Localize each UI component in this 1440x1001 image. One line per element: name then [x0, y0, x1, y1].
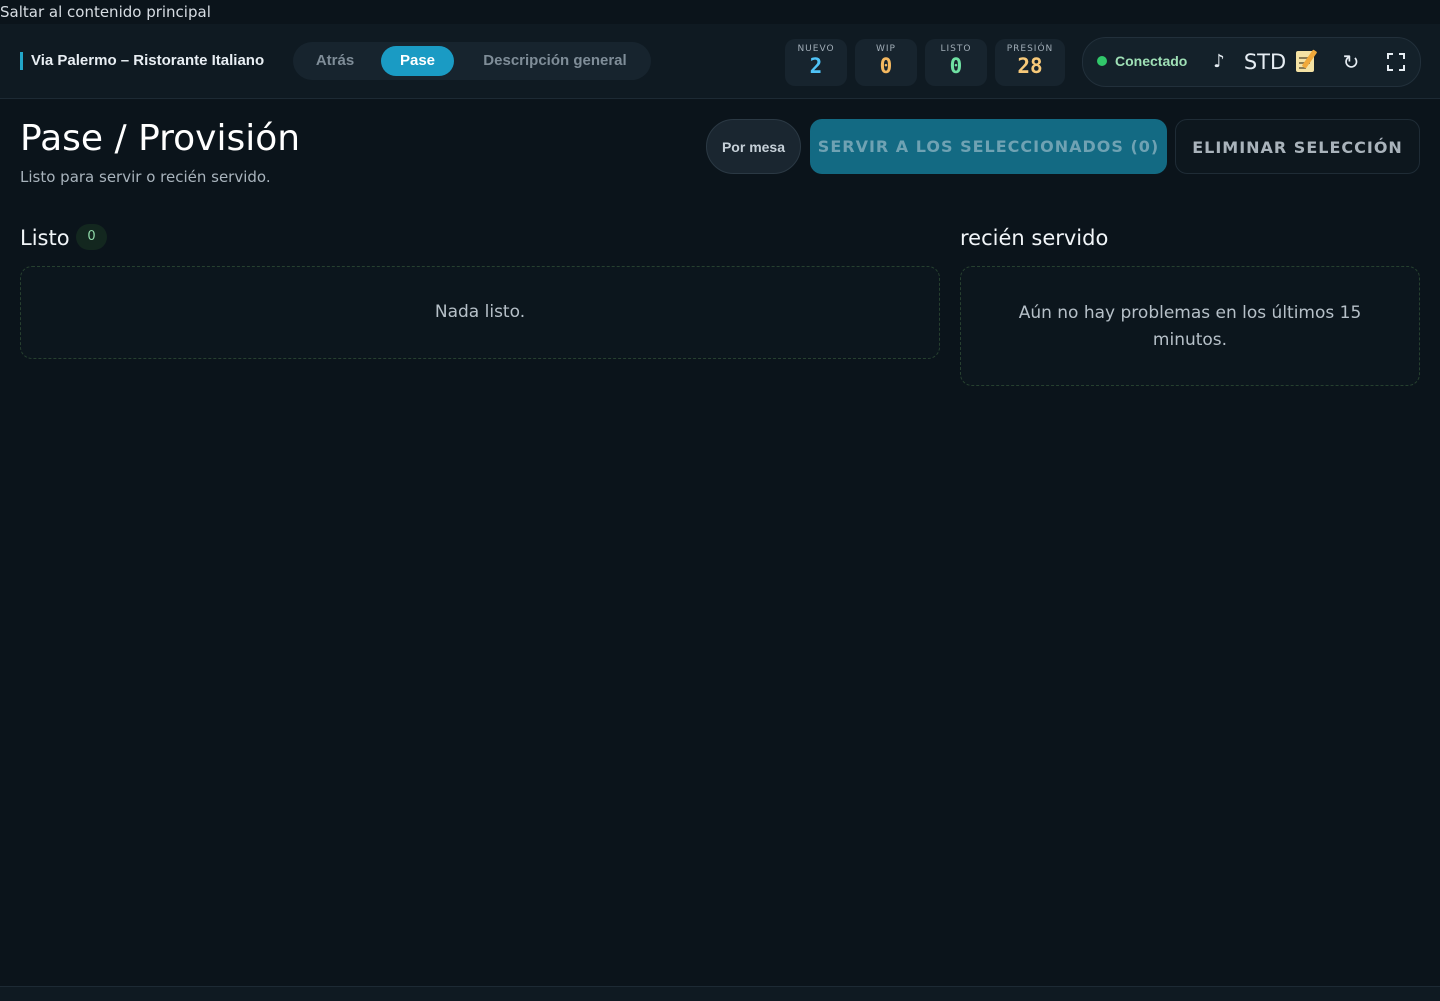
nav-overview-tab[interactable]: Descripción general — [463, 46, 647, 76]
top-bar: Via Palermo – Ristorante Italiano Atrás … — [0, 24, 1440, 99]
ready-count-badge: 0 — [76, 224, 107, 250]
page-subtitle: Listo para servir o recién servido. — [20, 168, 271, 186]
mode-toggle[interactable]: STD — [1241, 48, 1289, 76]
nav-back-tab[interactable]: Atrás — [299, 46, 371, 76]
ready-section-title: Listo — [20, 226, 70, 250]
stat-wip-label: WIP — [876, 44, 896, 54]
stat-pressure-value: 28 — [1017, 54, 1043, 78]
fullscreen-glyph — [1387, 53, 1405, 71]
served-list-panel: Aún no hay problemas en los últimos 15 m… — [960, 266, 1420, 386]
stat-new-value: 2 — [809, 54, 823, 78]
stat-pressure-label: PRESIÓN — [1006, 44, 1054, 54]
stat-new: NUEVO 2 — [785, 39, 847, 86]
stat-wip-value: 0 — [879, 54, 893, 78]
nav-pass-tab[interactable]: Pase — [381, 46, 454, 76]
clear-selection-button[interactable]: ELIMINAR SELECCIÓN — [1175, 119, 1420, 174]
served-empty-message: Aún no hay problemas en los últimos 15 m… — [1018, 303, 1362, 350]
refresh-icon[interactable]: ↻ — [1337, 48, 1365, 76]
fullscreen-icon[interactable] — [1383, 48, 1409, 76]
view-nav: Atrás Pase Descripción general — [293, 42, 651, 80]
stat-ready-label: LISTO — [940, 44, 972, 54]
music-note-icon[interactable]: ♪ — [1209, 48, 1229, 76]
served-section-title: recién servido — [960, 226, 1109, 250]
stat-new-label: NUEVO — [797, 44, 835, 54]
connection-status-icon — [1097, 56, 1107, 66]
page-title: Pase / Provisión — [20, 118, 301, 159]
status-panel: Conectado ♪ STD ↻ — [1082, 37, 1421, 87]
restaurant-name: Via Palermo – Ristorante Italiano — [20, 52, 264, 70]
memo-icon[interactable] — [1293, 48, 1321, 76]
stat-pressure: PRESIÓN 28 — [995, 39, 1065, 86]
stat-ready-value: 0 — [949, 54, 963, 78]
stat-ready: LISTO 0 — [925, 39, 987, 86]
stat-wip: WIP 0 — [855, 39, 917, 86]
ready-empty-message: Nada listo. — [434, 302, 526, 322]
connection-status: Conectado — [1115, 53, 1188, 69]
skip-to-content-link[interactable]: Saltar al contenido principal — [0, 3, 211, 21]
serve-selected-button[interactable]: SERVIR A LOS SELECCIONADOS (0) — [810, 119, 1167, 174]
bottom-bar — [0, 986, 1440, 1001]
ready-list-panel: Nada listo. — [20, 266, 940, 359]
group-by-table-button[interactable]: Por mesa — [706, 119, 801, 174]
